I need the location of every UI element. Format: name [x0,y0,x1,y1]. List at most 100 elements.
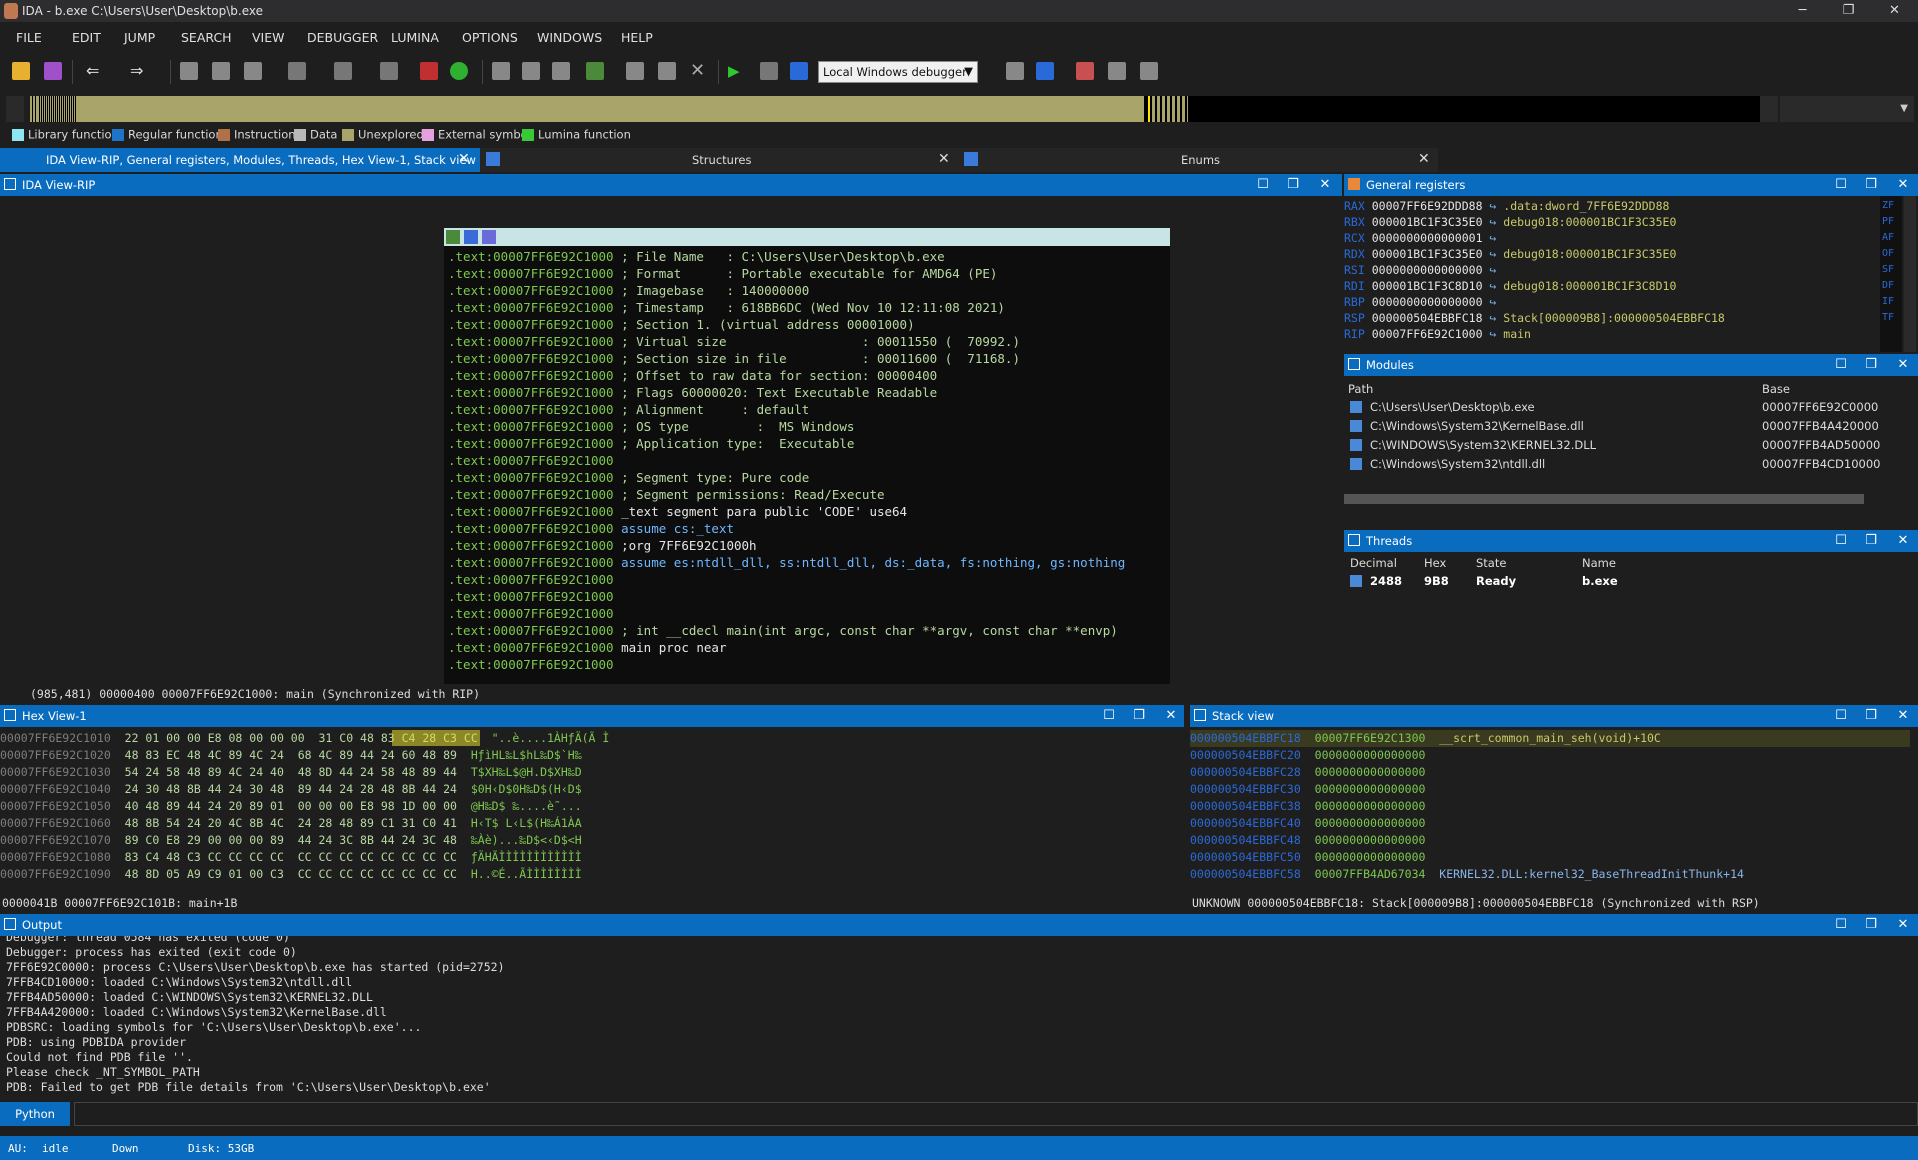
disassembly-listing[interactable]: .text:00007FF6E92C1000 ; File Name : C:\… [444,246,1170,684]
panel-close-icon[interactable]: ✕ [1894,176,1912,194]
hex-icon[interactable] [492,62,510,80]
close-tab-icon[interactable]: ✕ [458,151,470,167]
menu-help[interactable]: HELP [621,30,653,45]
register-row[interactable]: RBX 000001BC1F3C35E0 ↪ debug018:000001BC… [1344,214,1676,230]
stack-row[interactable]: 000000504EBBFC58 00007FFB4AD67034 KERNEL… [1190,866,1910,883]
panel-close-icon[interactable]: ✕ [1894,916,1912,934]
disasm-line[interactable]: .text:00007FF6E92C1000 [448,656,621,673]
disasm-line[interactable]: .text:00007FF6E92C1000 [448,452,621,469]
panel-float-icon[interactable]: ☐ [1832,707,1850,725]
tab-structures[interactable]: Structures ✕ [480,148,958,172]
disasm-line[interactable]: .text:00007FF6E92C1000 ; Alignment : def… [448,401,809,418]
tab-enums[interactable]: Enums ✕ [958,148,1438,172]
disasm-line[interactable]: .text:00007FF6E92C1000 ; Segment permiss… [448,486,885,503]
minimize-button[interactable]: ─ [1780,0,1825,22]
table-row[interactable]: C:\WINDOWS\System32\KERNEL32.DLL 00007FFB… [1344,436,1918,454]
panel-close-icon[interactable]: ✕ [1894,707,1912,725]
stack-row[interactable]: 000000504EBBFC18 00007FF6E92C1300 __scrt… [1190,730,1910,747]
hex-row[interactable]: 00007FF6E92C1020 48 83 EC 48 4C 89 4C 24… [0,747,582,764]
stack-row[interactable]: 000000504EBBFC48 0000000000000000 [1190,832,1910,849]
stack-row[interactable]: 000000504EBBFC30 0000000000000000 [1190,781,1910,798]
open-folder-icon[interactable] [12,62,30,80]
play-icon[interactable]: ▶ [728,62,746,80]
output-pane[interactable]: Debugger: thread 0584 has exited (code 0… [0,936,1908,1096]
hex-row[interactable]: 00007FF6E92C1070 89 C0 E8 29 00 00 00 89… [0,832,582,849]
tab-main[interactable]: IDA View-RIP, General registers, Modules… [0,148,480,172]
panel-restore-icon[interactable]: ❐ [1130,707,1148,725]
register-row[interactable]: RSI 0000000000000000 ↪ [1344,262,1503,278]
restore-button[interactable]: ❐ [1826,0,1871,22]
save-icon[interactable] [44,62,62,80]
graph-icon[interactable] [380,62,398,80]
disasm-line[interactable]: .text:00007FF6E92C1000 ; Section 1. (vir… [448,316,915,333]
menu-debugger[interactable]: DEBUGGER [307,30,378,45]
register-row[interactable]: RAX 00007FF6E92DDD88 ↪ .data:dword_7FF6E… [1344,198,1669,214]
menu-edit[interactable]: EDIT [72,30,101,45]
disasm-line[interactable]: .text:00007FF6E92C1000 ; int __cdecl mai… [448,622,1118,639]
threads-col-decimal[interactable]: Decimal [1350,556,1397,570]
nav-left-arrow-icon[interactable] [6,96,24,122]
forward-arrow-icon[interactable]: ⇒ [130,62,148,80]
panel-restore-icon[interactable]: ❐ [1862,356,1880,374]
nav-right-arrow-icon[interactable] [1760,96,1778,122]
register-row[interactable]: RSP 000000504EBBFC18 ↪ Stack[000009B8]:0… [1344,310,1725,326]
binary-icon[interactable] [244,62,262,80]
threads-col-name[interactable]: Name [1582,556,1616,570]
pause-icon[interactable] [760,62,778,80]
stop-icon[interactable] [790,62,808,80]
disasm-line[interactable]: .text:00007FF6E92C1000 ; Segment type: P… [448,469,809,486]
plugin-icon[interactable] [586,62,604,80]
disasm-line[interactable]: .text:00007FF6E92C1000 ; Flags 60000020:… [448,384,937,401]
stack-row[interactable]: 000000504EBBFC50 0000000000000000 [1190,849,1910,866]
delete-icon[interactable]: ✕ [690,62,708,80]
panel-close-icon[interactable]: ✕ [1316,176,1334,194]
registers-pane[interactable]: RAX 00007FF6E92DDD88 ↪ .data:dword_7FF6E… [1344,196,1918,352]
register-row[interactable]: RDI 000001BC1F3C8D10 ↪ debug018:000001BC… [1344,278,1676,294]
panel-restore-icon[interactable]: ❐ [1862,916,1880,934]
threads-col-state[interactable]: State [1476,556,1506,570]
panel-float-icon[interactable]: ☐ [1100,707,1118,725]
disasm-line[interactable]: .text:00007FF6E92C1000 _text segment par… [448,503,907,520]
hex-row[interactable]: 00007FF6E92C1060 48 8B 54 24 20 4C 8B 4C… [0,815,582,832]
disasm-line[interactable]: .text:00007FF6E92C1000 [448,571,621,588]
hex-row[interactable]: 00007FF6E92C1030 54 24 58 48 89 4C 24 40… [0,764,582,781]
close-window-button[interactable]: ✕ [1872,0,1917,22]
disasm-line[interactable]: .text:00007FF6E92C1000 [448,588,621,605]
register-row[interactable]: RIP 00007FF6E92C1000 ↪ main [1344,326,1531,342]
edit-icon[interactable] [658,62,676,80]
hex-row[interactable]: 00007FF6E92C1010 22 01 00 00 E8 08 00 00… [0,730,609,747]
menu-view[interactable]: VIEW [252,30,285,45]
function-icon[interactable] [626,62,644,80]
step-over-icon[interactable] [1140,62,1158,80]
nav-dropdown[interactable]: ▼ [1780,96,1914,122]
disasm-line[interactable]: .text:00007FF6E92C1000 ; Timestamp : 618… [448,299,1005,316]
table-row[interactable]: 2488 9B8 Ready b.exe [1344,572,1918,590]
debugger-select[interactable]: Local Windows debugger ▼ [818,61,978,83]
menu-search[interactable]: SEARCH [181,30,232,45]
panel-close-icon[interactable]: ✕ [1894,532,1912,550]
detach-icon[interactable] [1036,62,1054,80]
disasm-line[interactable]: .text:00007FF6E92C1000 [448,605,621,622]
disasm-line[interactable]: .text:00007FF6E92C1000 ; Section size in… [448,350,1020,367]
breakpoints-icon[interactable] [1076,62,1094,80]
menu-jump[interactable]: JUMP [124,30,155,45]
panel-close-icon[interactable]: ✕ [1894,356,1912,374]
disasm-line[interactable]: .text:00007FF6E92C1000 ; Application typ… [448,435,854,452]
panel-close-icon[interactable]: ✕ [1162,707,1180,725]
panel-restore-icon[interactable]: ❐ [1862,532,1880,550]
menu-windows[interactable]: WINDOWS [537,30,602,45]
disasm-line[interactable]: .text:00007FF6E92C1000 ; File Name : C:\… [448,248,945,265]
jump-icon[interactable] [288,62,306,80]
disasm-line[interactable]: .text:00007FF6E92C1000 ;org 7FF6E92C1000… [448,537,757,554]
back-arrow-icon[interactable]: ⇐ [86,62,104,80]
command-input[interactable] [74,1102,1918,1126]
disasm-line[interactable]: .text:00007FF6E92C1000 assume es:ntdll_d… [448,554,1125,571]
table-row[interactable]: C:\Windows\System32\KernelBase.dll 00007F… [1344,417,1918,435]
disasm-line[interactable]: .text:00007FF6E92C1000 ; OS type : MS Wi… [448,418,854,435]
error-icon[interactable] [420,62,438,80]
panel-float-icon[interactable]: ☐ [1832,532,1850,550]
panel-float-icon[interactable]: ☐ [1832,356,1850,374]
panel-float-icon[interactable]: ☐ [1832,916,1850,934]
register-row[interactable]: RBP 0000000000000000 ↪ [1344,294,1503,310]
attach-icon[interactable] [1006,62,1024,80]
